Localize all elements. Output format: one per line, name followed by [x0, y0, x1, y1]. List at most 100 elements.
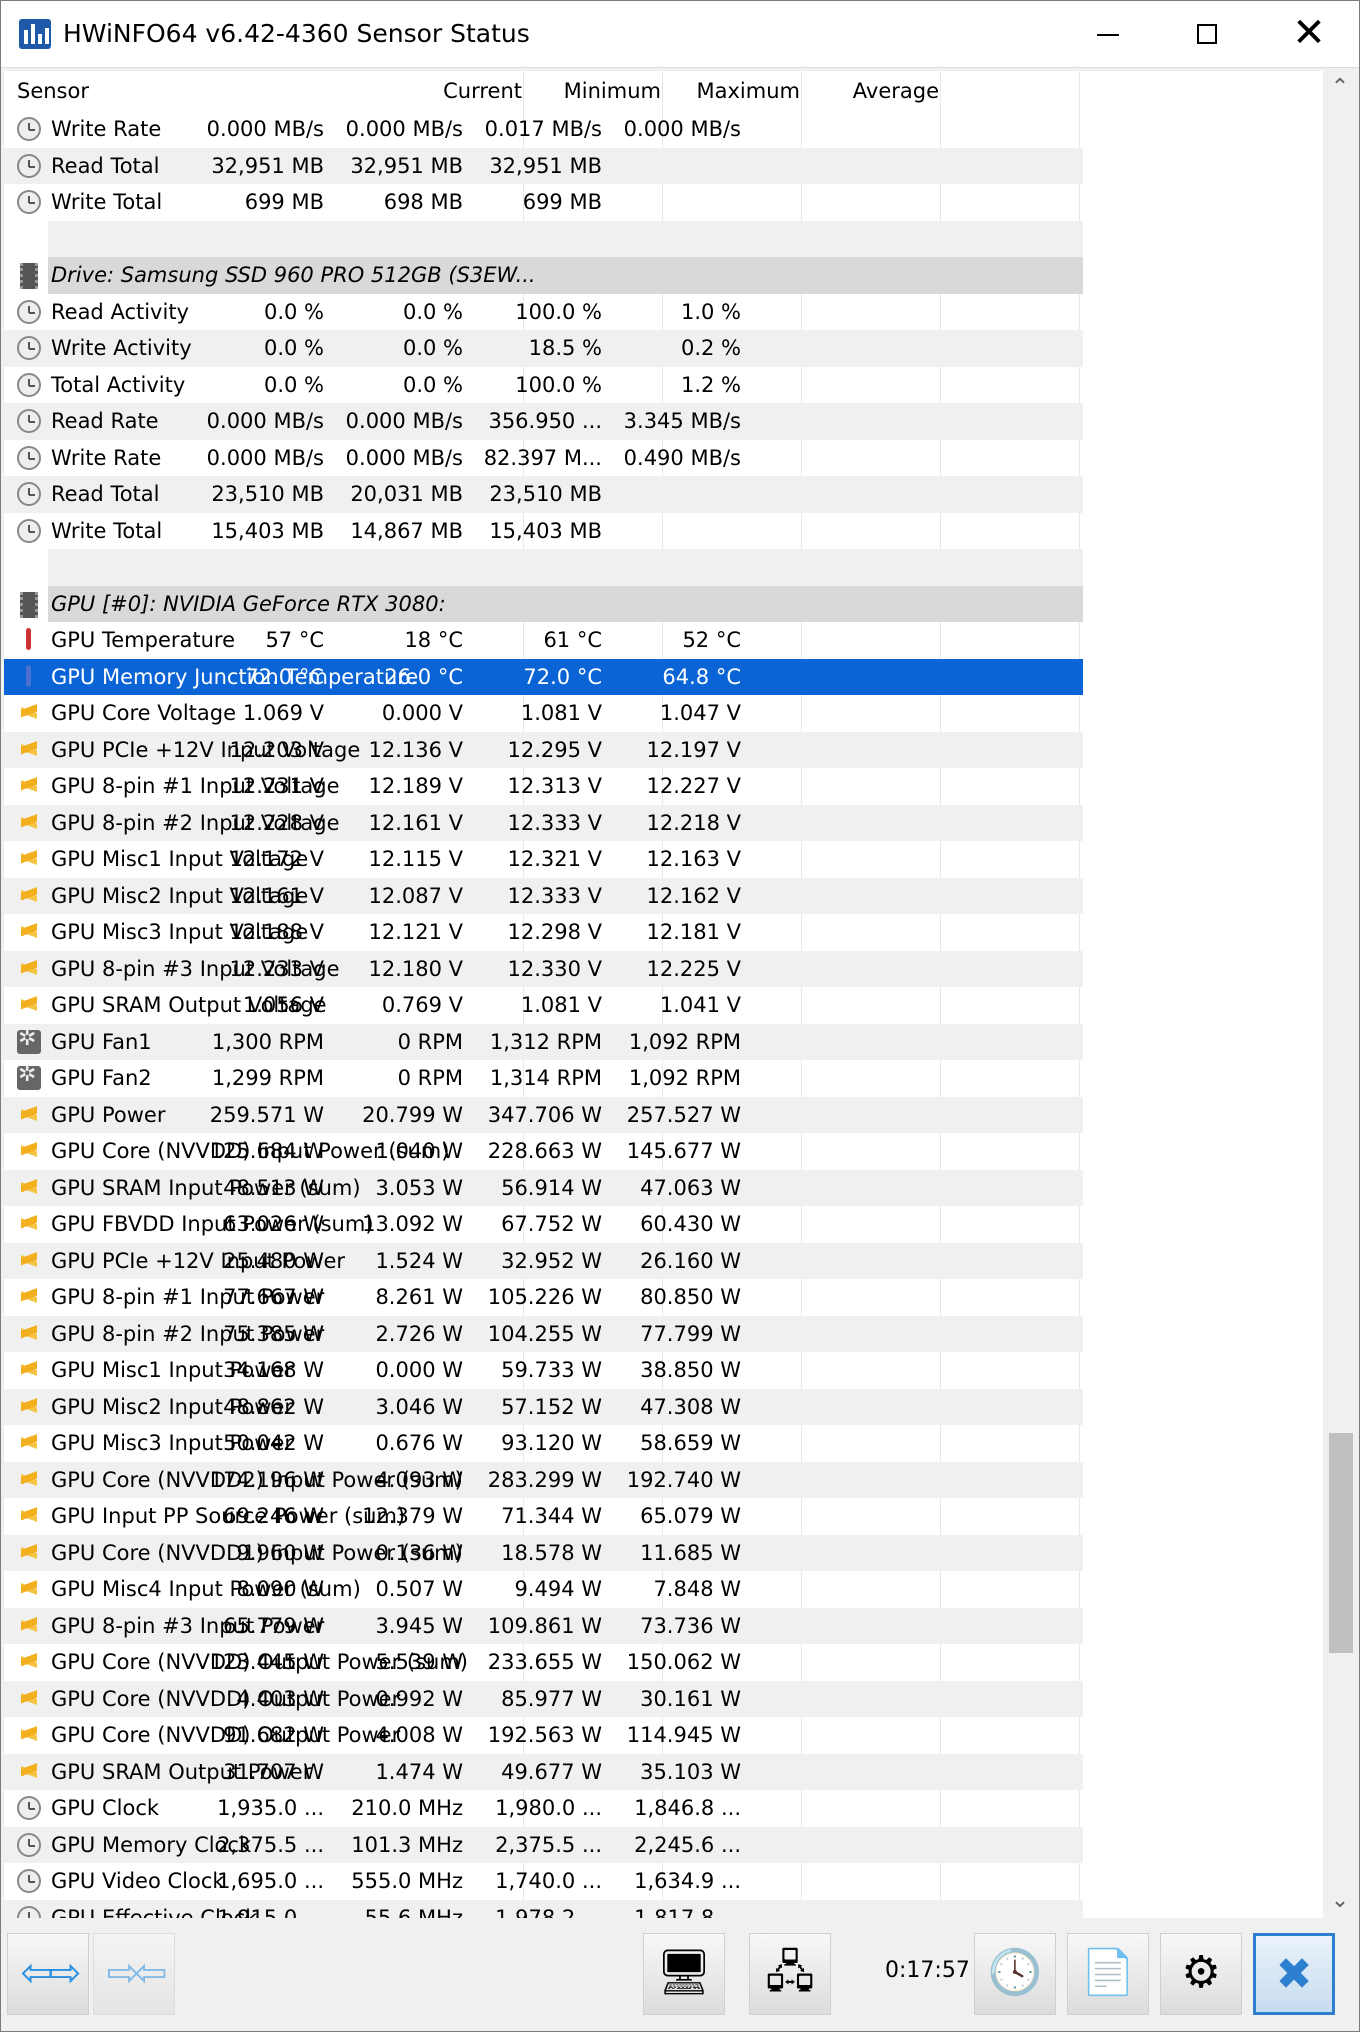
monitor-button[interactable]: 🖥: [643, 1933, 725, 2015]
sensor-row[interactable]: GPU Misc1 Input Power 34.168 W 0.000 W 59.7…: [4, 1352, 1083, 1389]
clock-icon: [17, 1832, 41, 1857]
scroll-down-button[interactable]: ⌄: [1323, 1884, 1357, 1918]
value-current: 8.090 W: [236, 1577, 324, 1601]
value-average: 73.736 W: [640, 1613, 741, 1638]
column-header-sensor[interactable]: Sensor: [17, 79, 89, 103]
collapse-arrows-button[interactable]: ⇨⇦: [93, 1933, 175, 2015]
close-window-button[interactable]: ✕: [1259, 1, 1359, 67]
value-maximum: 1,740.0 ...: [495, 1869, 602, 1893]
value-average: 64.8 °C: [662, 664, 741, 689]
scroll-thumb[interactable]: [1329, 1433, 1353, 1653]
value-current: 1,935.0 ...: [217, 1796, 324, 1820]
sensor-row[interactable]: GPU 8-pin #3 Input Power 65.779 W 3.945 W1…: [4, 1607, 1083, 1644]
value-minimum: 3.053 W: [375, 1175, 463, 1200]
value-minimum: 4.093 W: [375, 1467, 463, 1492]
sensor-row[interactable]: GPU Power 259.571 W 20.799 W 347.706 W 257.5…: [4, 1096, 1083, 1133]
sensor-row[interactable]: GPU PCIe +12V Input Power 25.480 W 1.524 W…: [4, 1242, 1083, 1279]
sensor-row[interactable]: GPU Misc2 Input Power 48.862 W 3.046 W 57.1…: [4, 1388, 1083, 1425]
column-header-maximum[interactable]: Maximum: [697, 79, 800, 103]
sensor-row[interactable]: Write Rate 0.000 MB/s 0.000 MB/s 0.017 MB/s…: [4, 111, 1083, 148]
sensor-row[interactable]: GPU Misc3 Input Voltage 12.188 V 12.121 V1…: [4, 914, 1083, 951]
value-current: 12.228 V: [229, 810, 324, 835]
sensor-row[interactable]: GPU Misc1 Input Voltage 12.172 V 12.115 V1…: [4, 841, 1083, 878]
value-current: 65.779 W: [223, 1613, 324, 1638]
sensor-row[interactable]: Write Total 15,403 MB 14,867 MB 15,403 MB: [4, 513, 1083, 550]
add-report-icon: 📄: [1080, 1947, 1136, 1998]
minimize-button[interactable]: [1059, 1, 1159, 67]
sensor-row[interactable]: GPU Core (NVVDD) Input Power (sum) 125.68…: [4, 1133, 1083, 1170]
sensor-row[interactable]: GPU Effective Clock 1,915.0 ... 55.6 MHz 1,…: [4, 1899, 1083, 1918]
value-maximum: 100.0 %: [515, 372, 602, 397]
value-minimum: 555.0 MHz: [351, 1869, 463, 1893]
sensor-row[interactable]: GPU Memory Junction Temperature 72.0 °C 26…: [4, 658, 1083, 695]
elapsed-timer: 0:17:57: [885, 1958, 970, 1983]
spacer-row: [4, 220, 1083, 257]
sensor-group-row[interactable]: Drive: Samsung SSD 960 PRO 512GB (S3EW..…: [4, 257, 1083, 294]
sensor-row[interactable]: GPU PCIe +12V Input Voltage 12.203 V 12.13…: [4, 731, 1083, 768]
sensor-row[interactable]: Read Activity 0.0 % 0.0 % 100.0 % 1.0 %: [4, 294, 1083, 331]
sensor-row[interactable]: GPU 8-pin #1 Input Power 77.667 W 8.261 W1…: [4, 1279, 1083, 1316]
value-minimum: 3.046 W: [375, 1394, 463, 1419]
column-header-minimum[interactable]: Minimum: [564, 79, 661, 103]
sensor-row[interactable]: Read Total 32,951 MB 32,951 MB 32,951 MB: [4, 147, 1083, 184]
sensor-row[interactable]: GPU 8-pin #3 Input Voltage 12.233 V 12.180…: [4, 950, 1083, 987]
expand-arrows-icon: ⇦⇨: [20, 1950, 81, 1996]
column-header-current[interactable]: Current: [443, 79, 522, 103]
value-average: 1.0 %: [680, 299, 741, 324]
sensor-row[interactable]: GPU Core (NVVDD) Output Power 91.682 W 4.0…: [4, 1717, 1083, 1754]
sensor-row[interactable]: GPU 8-pin #1 Input Voltage 12.231 V 12.189…: [4, 768, 1083, 805]
sensor-group-row[interactable]: GPU [#0]: NVIDIA GeForce RTX 3080:: [4, 585, 1083, 622]
sensor-row[interactable]: GPU Fan2 1,299 RPM 0 RPM 1,314 RPM 1,092 RPM: [4, 1060, 1083, 1097]
column-header-average[interactable]: Average: [853, 79, 939, 103]
value-average: 1,092 RPM: [628, 1029, 741, 1054]
sensor-row[interactable]: GPU Clock 1,935.0 ... 210.0 MHz 1,980.0 ...…: [4, 1790, 1083, 1827]
sensor-row[interactable]: GPU Input PP Source Power (sum) 69.246 W1…: [4, 1498, 1083, 1535]
sensor-row[interactable]: Read Total 23,510 MB 20,031 MB 23,510 MB: [4, 476, 1083, 513]
bolt-icon: [21, 1248, 37, 1273]
sensor-row[interactable]: GPU SRAM Output Power 31.707 W 1.474 W 49.6…: [4, 1753, 1083, 1790]
close-sensors-button[interactable]: ✖: [1253, 1933, 1335, 2015]
value-current: 48.862 W: [223, 1394, 324, 1419]
sensor-row[interactable]: GPU Misc4 Input Power (sum) 8.090 W 0.507 …: [4, 1571, 1083, 1608]
sensor-row[interactable]: GPU Core Voltage 1.069 V 0.000 V 1.081 V 1.0…: [4, 695, 1083, 732]
sensor-row[interactable]: Write Rate 0.000 MB/s 0.000 MB/s 82.397 M..…: [4, 440, 1083, 477]
expand-arrows-button[interactable]: ⇦⇨: [7, 1933, 89, 2015]
bolt-icon: [21, 1540, 37, 1565]
sensor-table[interactable]: Sensor Current Minimum Maximum Average W…: [4, 71, 1323, 1918]
bolt-icon: [21, 1394, 37, 1419]
vertical-scrollbar[interactable]: ⌃ ⌄: [1323, 71, 1357, 1918]
maximize-button[interactable]: [1159, 1, 1259, 67]
sensor-row[interactable]: GPU Core (NVVDD1) Input Power (sum) 9.960…: [4, 1534, 1083, 1571]
value-average: 12.163 V: [646, 847, 741, 871]
sensor-row[interactable]: GPU Temperature 57 °C 18 °C 61 °C 52 °C: [4, 622, 1083, 659]
sensor-row[interactable]: GPU 8-pin #2 Input Voltage 12.228 V 12.161…: [4, 804, 1083, 841]
reset-clock-button[interactable]: 🕓: [974, 1933, 1056, 2015]
sensor-row[interactable]: GPU Misc3 Input Power 50.042 W 0.676 W 93.1…: [4, 1425, 1083, 1462]
sensor-row[interactable]: Total Activity 0.0 % 0.0 % 100.0 % 1.2 %: [4, 367, 1083, 404]
sensor-row[interactable]: GPU 8-pin #2 Input Power 75.385 W 2.726 W1…: [4, 1315, 1083, 1352]
sensor-row[interactable]: Write Total 699 MB 698 MB 699 MB: [4, 184, 1083, 221]
sensor-row[interactable]: GPU Core (NVVDD) Output Power 4.403 W 0.99…: [4, 1680, 1083, 1717]
settings-button[interactable]: ⚙: [1160, 1933, 1242, 2015]
sensor-row[interactable]: GPU Fan1 1,300 RPM 0 RPM 1,312 RPM 1,092 RPM: [4, 1023, 1083, 1060]
sensor-row[interactable]: GPU FBVDD Input Power (sum) 63.026 W 13.09…: [4, 1206, 1083, 1243]
network-button[interactable]: 🖧: [749, 1933, 831, 2015]
value-average: 114.945 W: [626, 1723, 741, 1747]
scroll-up-button[interactable]: ⌃: [1323, 71, 1357, 105]
value-average: 1.2 %: [680, 372, 741, 397]
sensor-label: Write Rate: [51, 117, 162, 141]
sensor-row[interactable]: GPU SRAM Output Voltage 1.056 V 0.769 V 1.0…: [4, 987, 1083, 1024]
value-current: 12.233 V: [229, 956, 324, 981]
sensor-row[interactable]: GPU Memory Clock 2,375.5 ... 101.3 MHz 2,37…: [4, 1826, 1083, 1863]
add-report-button[interactable]: 📄: [1067, 1933, 1149, 2015]
sensor-row[interactable]: GPU Video Clock 1,695.0 ... 555.0 MHz 1,740…: [4, 1863, 1083, 1900]
value-minimum: 101.3 MHz: [351, 1832, 463, 1857]
sensor-row[interactable]: Read Rate 0.000 MB/s 0.000 MB/s 356.950 ...…: [4, 403, 1083, 440]
value-maximum: 71.344 W: [501, 1504, 602, 1528]
sensor-row[interactable]: GPU Core (NVVDD) Output Power (sum) 123.4…: [4, 1644, 1083, 1681]
sensor-row[interactable]: GPU Misc2 Input Voltage 12.161 V 12.087 V1…: [4, 877, 1083, 914]
sensor-row[interactable]: GPU Core (NVVDD2) Input Power (sum) 174.1…: [4, 1461, 1083, 1498]
sensor-row[interactable]: Write Activity 0.0 % 0.0 % 18.5 % 0.2 %: [4, 330, 1083, 367]
value-minimum: 20.799 W: [362, 1102, 463, 1127]
sensor-row[interactable]: GPU SRAM Input Power (sum) 48.513 W 3.053 …: [4, 1169, 1083, 1206]
